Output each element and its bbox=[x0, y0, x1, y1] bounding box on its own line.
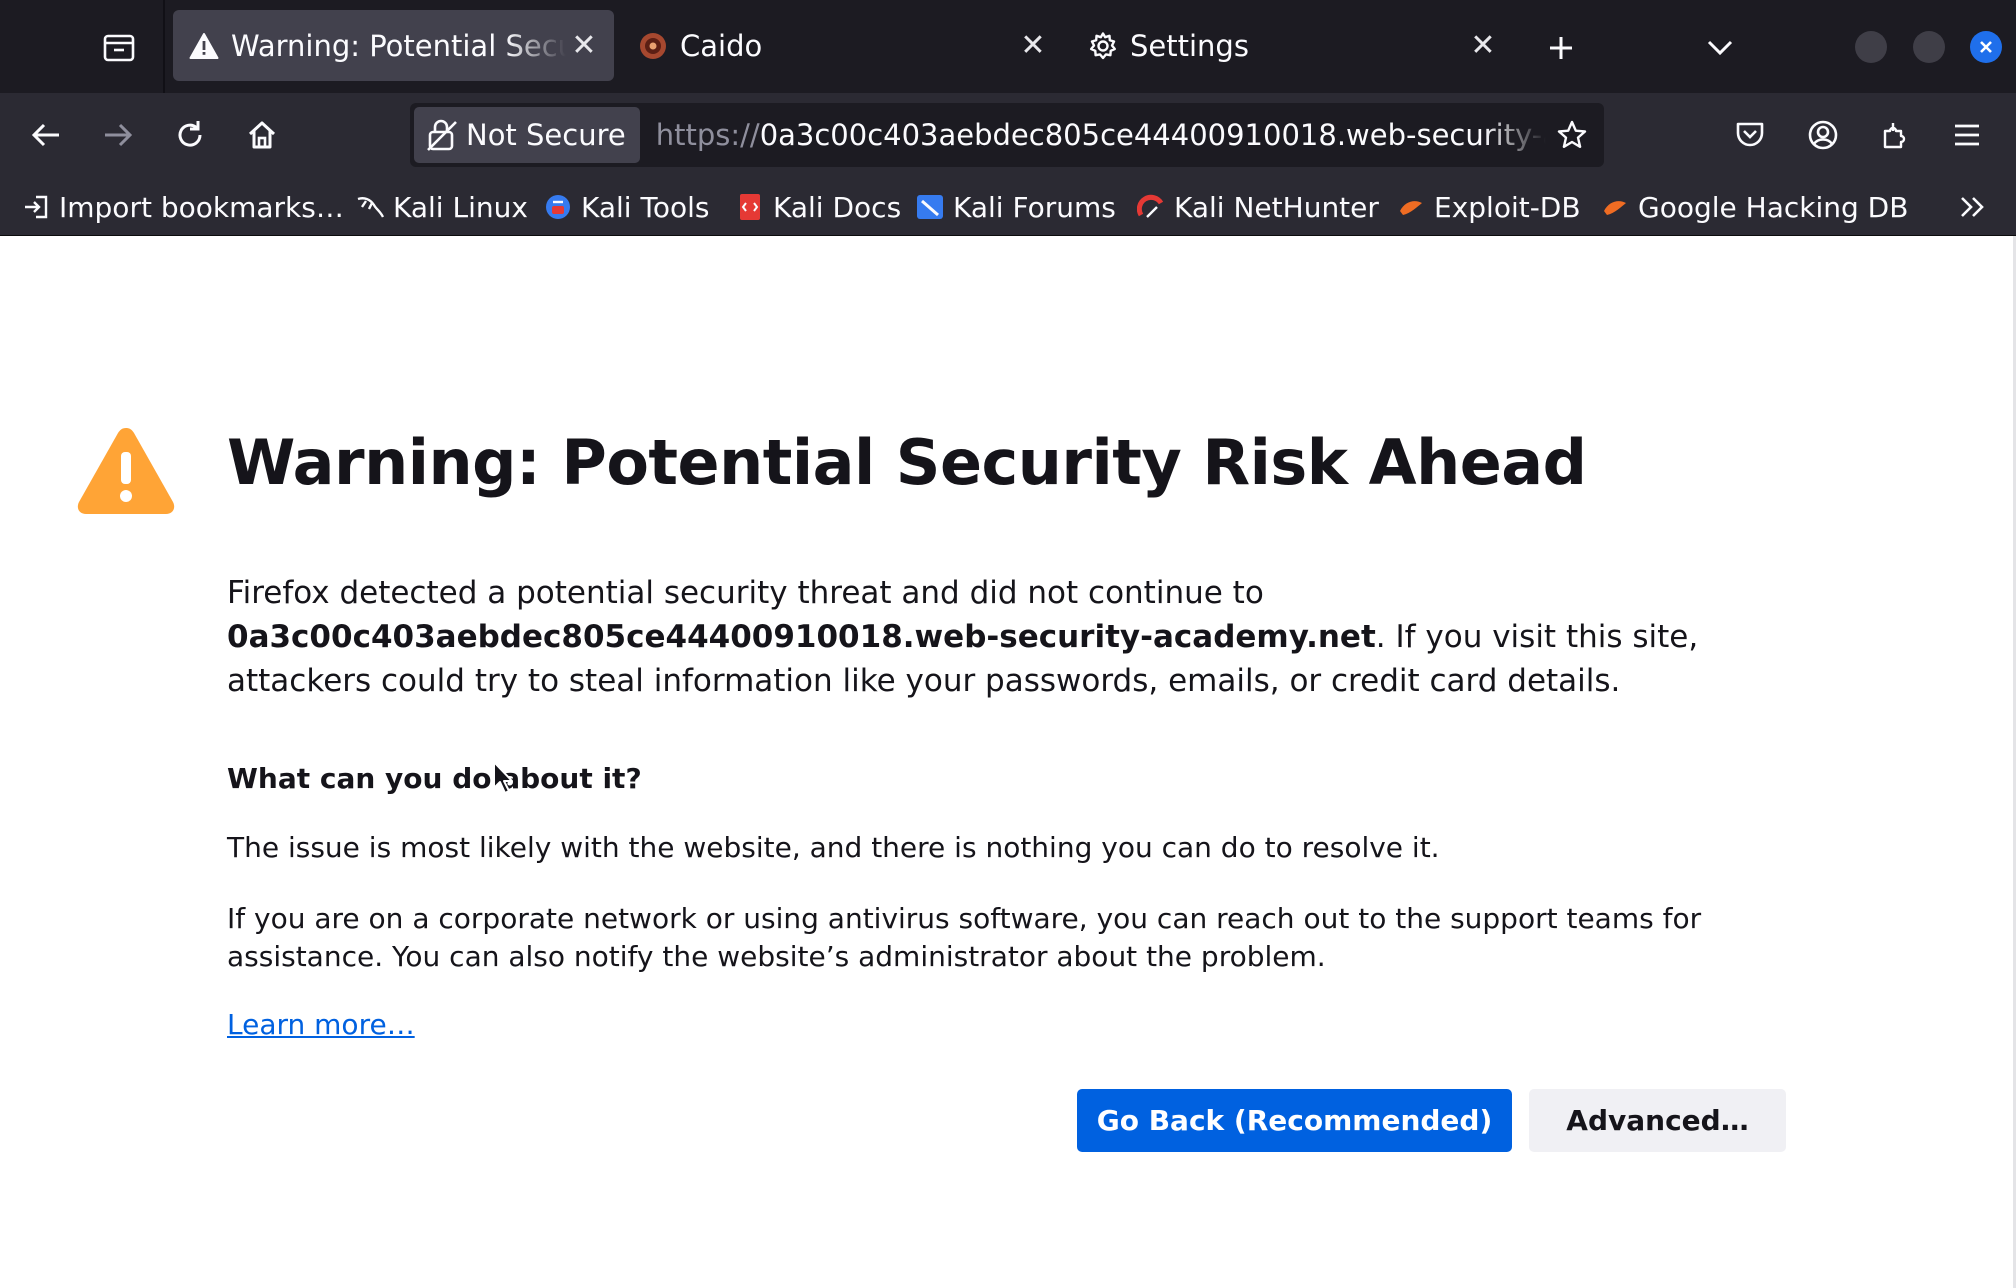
bookmark-label: Kali Docs bbox=[773, 190, 902, 224]
kali-forums-icon bbox=[916, 193, 944, 221]
bookmark-label: Kali Linux bbox=[393, 190, 528, 224]
bookmark-label: Google Hacking DB bbox=[1638, 190, 1909, 224]
tab-warning[interactable]: Warning: Potential Security Risk Ahead ✕ bbox=[173, 10, 614, 81]
back-button[interactable] bbox=[20, 109, 72, 161]
warning-icon bbox=[77, 428, 175, 514]
tab-settings[interactable]: Settings ✕ bbox=[1072, 10, 1513, 81]
kali-docs-icon bbox=[736, 193, 764, 221]
warning-icon bbox=[189, 31, 219, 61]
blocked-host: 0a3c00c403aebdec805ce44400910018.web-sec… bbox=[227, 619, 1376, 655]
ghdb-icon bbox=[1601, 193, 1629, 221]
firefox-view-icon bbox=[103, 34, 135, 62]
close-icon bbox=[1980, 41, 1992, 53]
exploit-db-icon bbox=[1397, 193, 1425, 221]
home-button[interactable] bbox=[236, 109, 288, 161]
navigation-toolbar: Not Secure https://0a3c00c403aebdec805ce… bbox=[0, 93, 2016, 177]
tab-close-button[interactable]: ✕ bbox=[566, 28, 602, 64]
tab-close-button[interactable]: ✕ bbox=[1465, 28, 1501, 64]
forward-button[interactable] bbox=[92, 109, 144, 161]
advanced-button[interactable]: Advanced… bbox=[1529, 1089, 1786, 1152]
double-chevron-right-icon bbox=[1961, 197, 1984, 217]
go-back-button[interactable]: Go Back (Recommended) bbox=[1077, 1089, 1512, 1152]
tab-title: Settings bbox=[1130, 28, 1249, 63]
bookmark-kali-tools[interactable]: Kali Tools bbox=[544, 185, 709, 229]
extensions-button[interactable] bbox=[1869, 109, 1921, 161]
bookmark-label: Kali NetHunter bbox=[1174, 190, 1379, 224]
account-icon bbox=[1808, 120, 1838, 150]
page-title: Warning: Potential Security Risk Ahead bbox=[227, 426, 1587, 499]
pocket-icon bbox=[1736, 122, 1764, 147]
arrow-left-icon bbox=[31, 123, 59, 147]
bookmark-label: Exploit-DB bbox=[1434, 190, 1581, 224]
bookmark-kali-forums[interactable]: Kali Forums bbox=[916, 185, 1116, 229]
app-menu-button[interactable] bbox=[1941, 109, 1993, 161]
plus-icon bbox=[1550, 37, 1572, 59]
bookmark-label: Kali Forums bbox=[953, 190, 1116, 224]
home-icon bbox=[248, 121, 276, 149]
intro-text: Firefox detected a potential security th… bbox=[227, 575, 1264, 611]
caido-icon bbox=[638, 31, 668, 61]
bookmark-import[interactable]: Import bookmarks… bbox=[22, 185, 344, 229]
issue-explanation: The issue is most likely with the websit… bbox=[227, 831, 1440, 864]
window-close-button[interactable] bbox=[1970, 31, 2002, 63]
bookmark-star-button[interactable] bbox=[1546, 109, 1598, 161]
error-description: Firefox detected a potential security th… bbox=[227, 571, 1787, 703]
arrow-right-icon bbox=[105, 123, 133, 147]
pocket-button[interactable] bbox=[1724, 109, 1776, 161]
tab-strip: Warning: Potential Security Risk Ahead ✕… bbox=[0, 0, 2016, 93]
support-advice: If you are on a corporate network or usi… bbox=[227, 902, 1702, 973]
not-secure-label: Not Secure bbox=[466, 118, 626, 152]
url-prefix: https:// bbox=[655, 118, 760, 152]
kali-dragon-icon bbox=[356, 193, 384, 221]
site-identity-button[interactable]: Not Secure bbox=[414, 107, 640, 163]
kali-tools-icon bbox=[544, 193, 572, 221]
tab-close-button[interactable]: ✕ bbox=[1015, 28, 1051, 64]
hamburger-icon bbox=[1955, 124, 1979, 146]
kali-nethunter-icon bbox=[1137, 193, 1165, 221]
bookmark-label: Kali Tools bbox=[581, 190, 710, 224]
tab-title: Caido bbox=[680, 28, 763, 63]
url-host: 0a3c00c403aebdec805ce44400910018.web-sec… bbox=[759, 118, 1546, 152]
learn-more-link[interactable]: Learn more… bbox=[227, 1008, 415, 1041]
reload-icon bbox=[178, 121, 202, 147]
gear-icon bbox=[1088, 31, 1118, 61]
new-tab-button[interactable] bbox=[1535, 22, 1587, 74]
bookmark-label: Import bookmarks… bbox=[59, 190, 344, 224]
bookmark-google-hacking-db[interactable]: Google Hacking DB bbox=[1601, 185, 1908, 229]
bookmark-kali-docs[interactable]: Kali Docs bbox=[736, 185, 901, 229]
insecure-lock-icon bbox=[427, 119, 457, 151]
firefox-view-button[interactable] bbox=[88, 20, 150, 76]
bookmarks-overflow-button[interactable] bbox=[1950, 184, 1996, 230]
what-can-you-do-heading: What can you do about it? bbox=[227, 762, 642, 795]
puzzle-icon bbox=[1883, 123, 1906, 149]
bookmark-kali-nethunter[interactable]: Kali NetHunter bbox=[1137, 185, 1379, 229]
bookmarks-toolbar: Import bookmarks… Kali Linux Kali Tools … bbox=[0, 177, 2016, 236]
account-button[interactable] bbox=[1797, 109, 1849, 161]
tab-title: Warning: Potential Security Risk Ahead bbox=[231, 28, 566, 63]
tab-caido[interactable]: Caido ✕ bbox=[622, 10, 1063, 81]
tab-strip-divider bbox=[163, 0, 165, 93]
error-page: Warning: Potential Security Risk Ahead F… bbox=[0, 236, 2016, 1288]
chevron-down-icon bbox=[1707, 40, 1733, 56]
import-icon bbox=[22, 193, 50, 221]
maximize-button[interactable] bbox=[1913, 31, 1945, 63]
url-bar[interactable]: Not Secure https://0a3c00c403aebdec805ce… bbox=[410, 103, 1604, 167]
mouse-cursor-icon bbox=[493, 761, 513, 794]
minimize-button[interactable] bbox=[1855, 31, 1887, 63]
star-icon bbox=[1557, 120, 1587, 148]
reload-button[interactable] bbox=[164, 109, 216, 161]
list-all-tabs-button[interactable] bbox=[1694, 22, 1746, 74]
bookmark-kali-linux[interactable]: Kali Linux bbox=[356, 185, 528, 229]
url-text[interactable]: https://0a3c00c403aebdec805ce44400910018… bbox=[656, 118, 1546, 152]
bookmark-exploit-db[interactable]: Exploit-DB bbox=[1397, 185, 1581, 229]
